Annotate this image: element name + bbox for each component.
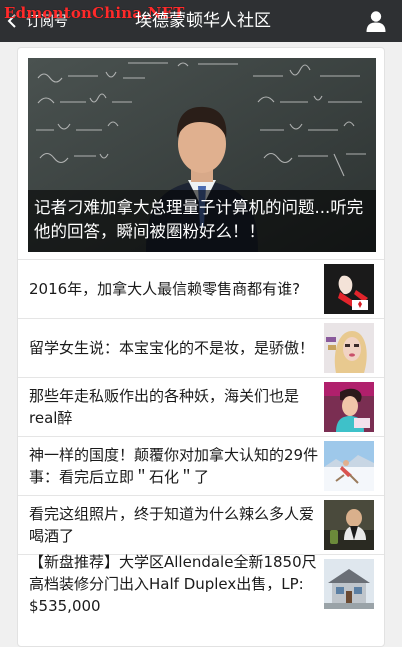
featured-article[interactable]: 记者刁难加拿大总理量子计算机的问题...听完他的回答，瞬间被圈粉好么！！ — [28, 58, 376, 252]
top-bar: 订阅号 EdmontonChina.NET 埃德蒙顿华人社区 — [0, 0, 402, 42]
article-item[interactable]: 那些年走私贩作出的各种妖，海关们也是real醉 — [18, 377, 384, 436]
article-thumbnail — [324, 264, 374, 314]
article-thumbnail — [324, 500, 374, 550]
article-title: 神一样的国度！颠覆你对加拿大认知的29件事：看完后立即＂石化＂了 — [29, 446, 319, 486]
article-title: 【新盘推荐】大学区Allendale全新1850尺高档装修分门出入Half Du… — [29, 553, 317, 615]
article-title: 留学女生说：本宝宝化的不是妆，是骄傲！ — [29, 339, 315, 357]
article-thumbnail — [324, 441, 374, 491]
article-item[interactable]: 2016年，加拿大人最信赖零售商都有谁? — [18, 259, 384, 318]
article-title: 2016年，加拿大人最信赖零售商都有谁? — [29, 280, 301, 298]
article-card: 记者刁难加拿大总理量子计算机的问题...听完他的回答，瞬间被圈粉好么！！ 201… — [17, 47, 385, 647]
article-item[interactable]: 看完这组照片，终于知道为什么辣么多人爱喝酒了 — [18, 495, 384, 554]
user-icon[interactable] — [364, 9, 388, 33]
page-title: 埃德蒙顿华人社区 — [135, 11, 271, 31]
article-item[interactable]: 神一样的国度！颠覆你对加拿大认知的29件事：看完后立即＂石化＂了 — [18, 436, 384, 495]
article-thumbnail — [324, 382, 374, 432]
article-title: 那些年走私贩作出的各种妖，海关们也是real醉 — [29, 387, 300, 427]
article-item[interactable]: 【新盘推荐】大学区Allendale全新1850尺高档装修分门出入Half Du… — [18, 553, 384, 615]
article-item[interactable]: 留学女生说：本宝宝化的不是妆，是骄傲！ — [18, 318, 384, 377]
article-list: 2016年，加拿大人最信赖零售商都有谁? 留学女生说：本宝宝化的不是妆，是骄傲！ — [18, 259, 384, 615]
featured-caption: 记者刁难加拿大总理量子计算机的问题...听完他的回答，瞬间被圈粉好么！！ — [28, 190, 376, 252]
article-title: 看完这组照片，终于知道为什么辣么多人爱喝酒了 — [29, 505, 315, 545]
article-thumbnail — [324, 559, 374, 609]
article-thumbnail — [324, 323, 374, 373]
